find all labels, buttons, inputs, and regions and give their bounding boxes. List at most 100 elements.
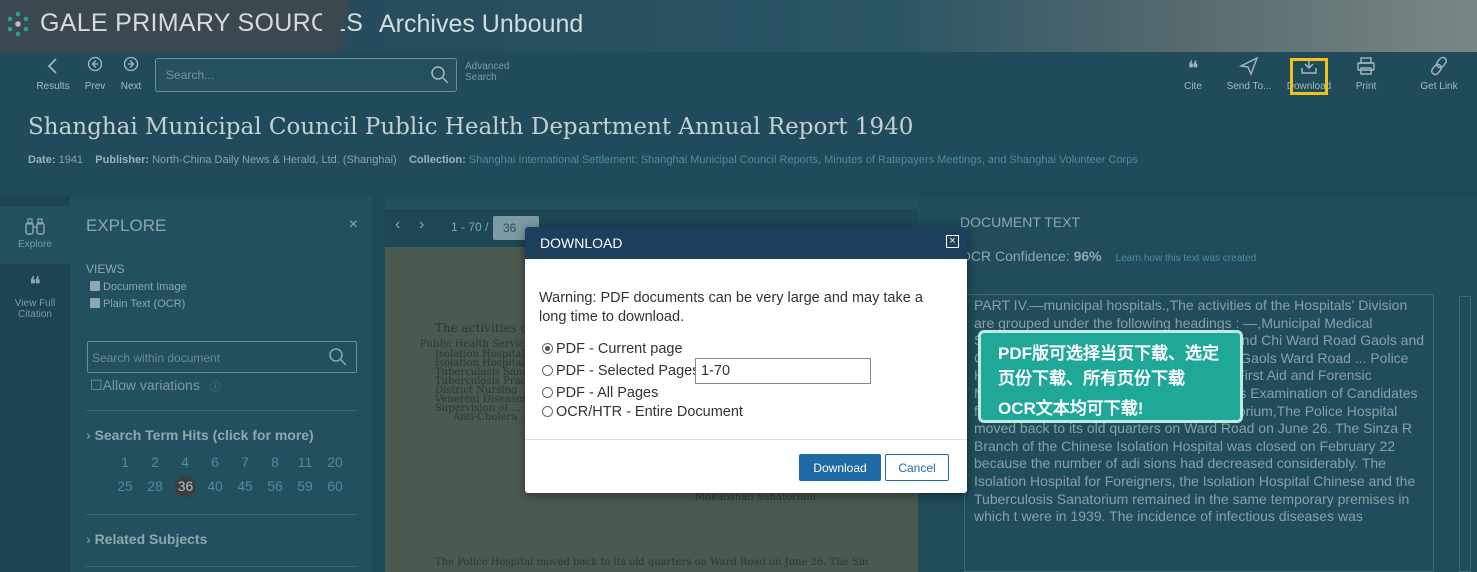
search-icon[interactable] (430, 65, 450, 90)
radio-selected-icon[interactable] (542, 343, 553, 354)
document-text-heading: DOCUMENT TEXT (960, 214, 1081, 230)
advanced-label: Advanced (465, 61, 510, 72)
search-hit-link[interactable]: 36 (175, 476, 196, 497)
search-hit-link[interactable]: 28 (140, 478, 170, 494)
view-full-citation-tab[interactable]: ❝ View Full Citation (0, 274, 70, 334)
cancel-button[interactable]: Cancel (885, 454, 949, 481)
send-icon (1222, 56, 1276, 80)
ocr-confidence-value: 96% (1073, 248, 1102, 264)
hits-list: 1 2 4 6 7 8 11 20 25 28 36 40 45 56 59 60 (110, 454, 350, 503)
page-range: 1 - 70 / (451, 220, 489, 234)
close-icon[interactable]: × (946, 235, 959, 248)
option-label: PDF - Current page (556, 341, 683, 357)
search-label: Search (465, 72, 497, 83)
explore-tab-label: Explore (18, 239, 52, 250)
search-hit-link[interactable]: 11 (290, 454, 320, 470)
print-button[interactable]: Print (1350, 56, 1382, 92)
scrollbar[interactable] (1459, 296, 1471, 572)
explore-close-button[interactable]: × (349, 216, 358, 234)
related-subjects-toggle[interactable]: › Related Subjects (86, 531, 207, 547)
product-name[interactable]: Archives Unbound (379, 10, 583, 39)
date-value: 1941 (58, 154, 84, 166)
binoculars-icon (0, 218, 70, 239)
search-hit-link[interactable]: 4 (170, 454, 200, 470)
search-hit-link[interactable]: 60 (320, 478, 350, 494)
allow-variations-option[interactable]: ☐Allow variations ⓘ (90, 377, 221, 394)
option-current-page[interactable]: PDF - Current page (542, 341, 683, 357)
views-heading: VIEWS (86, 262, 125, 276)
search-hit-link[interactable]: 6 (200, 454, 230, 470)
page-text-line: The activities of (435, 321, 533, 335)
search-hit-link[interactable]: 59 (290, 478, 320, 494)
quote-icon: ❝ (29, 273, 41, 298)
checkbox-checked-icon[interactable] (90, 298, 100, 308)
help-icon[interactable]: ⓘ (210, 381, 221, 393)
option-all-pages[interactable]: PDF - All Pages (542, 385, 658, 401)
checkbox-icon[interactable]: ☐ (90, 377, 103, 393)
collection-link[interactable]: Shanghai International Settlement: Shang… (469, 154, 1138, 166)
explore-tab[interactable]: Explore (0, 206, 70, 264)
arrow-right-circle-icon (116, 56, 146, 80)
selected-pages-input[interactable] (695, 358, 871, 384)
related-subjects-label: Related Subjects (94, 531, 208, 547)
search-hit-link[interactable]: 25 (110, 478, 140, 494)
divider (86, 514, 358, 515)
search-hit-link[interactable]: 45 (230, 478, 260, 494)
chevron-left-icon (34, 56, 72, 80)
checkbox-checked-icon[interactable] (90, 281, 100, 291)
divider (86, 566, 358, 567)
search-hit-link[interactable]: 8 (260, 454, 290, 470)
search-input[interactable] (164, 64, 414, 86)
cite-button[interactable]: ❝ Cite (1176, 56, 1210, 92)
callout-line: PDF版可选择当页下载、选定 (998, 344, 1219, 363)
download-confirm-button[interactable]: Download (799, 454, 881, 481)
search-hit-link[interactable]: 56 (260, 478, 290, 494)
document-image-option[interactable]: Document Image (90, 281, 187, 293)
prev-label: Prev (84, 81, 106, 92)
learn-more-link[interactable]: Learn how this text was created (1116, 253, 1257, 264)
send-to-button[interactable]: Send To... (1222, 56, 1276, 92)
brand-divider (322, 0, 362, 52)
search-term-hits-toggle[interactable]: › Search Term Hits (click for more) (86, 427, 314, 443)
dialog-header: DOWNLOAD × (525, 227, 967, 259)
link-icon (1416, 56, 1462, 80)
search-icon[interactable] (328, 347, 348, 372)
option-label: PDF - All Pages (556, 385, 659, 401)
explore-panel: EXPLORE × VIEWS Document Image Plain Tex… (70, 196, 372, 572)
next-page-icon[interactable]: › (419, 216, 424, 234)
prev-page-icon[interactable]: ‹ (395, 216, 400, 234)
brand-name[interactable]: GALE PRIMARY SOURCES (40, 9, 363, 38)
download-warning: Warning: PDF documents can be very large… (539, 290, 923, 325)
results-button[interactable]: Results (34, 56, 72, 92)
plain-text-option[interactable]: Plain Text (OCR) (90, 298, 185, 310)
document-header: Shanghai Municipal Council Public Health… (0, 101, 1477, 186)
search-hit-link[interactable]: 1 (110, 454, 140, 470)
search-hit-link[interactable]: 7 (230, 454, 260, 470)
divider (525, 439, 967, 440)
download-dialog: DOWNLOAD × Warning: PDF documents can be… (525, 227, 967, 493)
radio-icon[interactable] (542, 387, 553, 398)
option-label: PDF - Selected Pages (556, 363, 700, 379)
option-ocr-entire[interactable]: OCR/HTR - Entire Document (542, 404, 743, 420)
radio-icon[interactable] (542, 406, 553, 417)
option-selected-pages[interactable]: PDF - Selected Pages (542, 363, 699, 379)
search-within-input[interactable] (90, 348, 310, 368)
printer-icon (1350, 56, 1382, 80)
search-hit-link[interactable]: 20 (320, 454, 350, 470)
citation-label: Citation (18, 309, 52, 320)
advanced-search-link[interactable]: Advanced Search (465, 61, 509, 83)
print-label: Print (1355, 81, 1377, 92)
publisher-label: Publisher: (95, 154, 150, 166)
get-link-button[interactable]: Get Link (1416, 56, 1462, 92)
radio-icon[interactable] (542, 365, 553, 376)
search-hit-link[interactable]: 2 (140, 454, 170, 470)
divider (86, 410, 358, 411)
search-hit-link[interactable]: 40 (200, 478, 230, 494)
send-to-label: Send To... (1226, 81, 1272, 92)
plain-text-label: Plain Text (OCR) (103, 298, 186, 310)
prev-button[interactable]: Prev (80, 56, 110, 92)
search-term-hits-label: Search Term Hits (click for more) (94, 427, 314, 443)
next-button[interactable]: Next (116, 56, 146, 92)
allow-variations-label: Allow variations (102, 377, 200, 393)
download-highlight-box (1290, 58, 1328, 95)
